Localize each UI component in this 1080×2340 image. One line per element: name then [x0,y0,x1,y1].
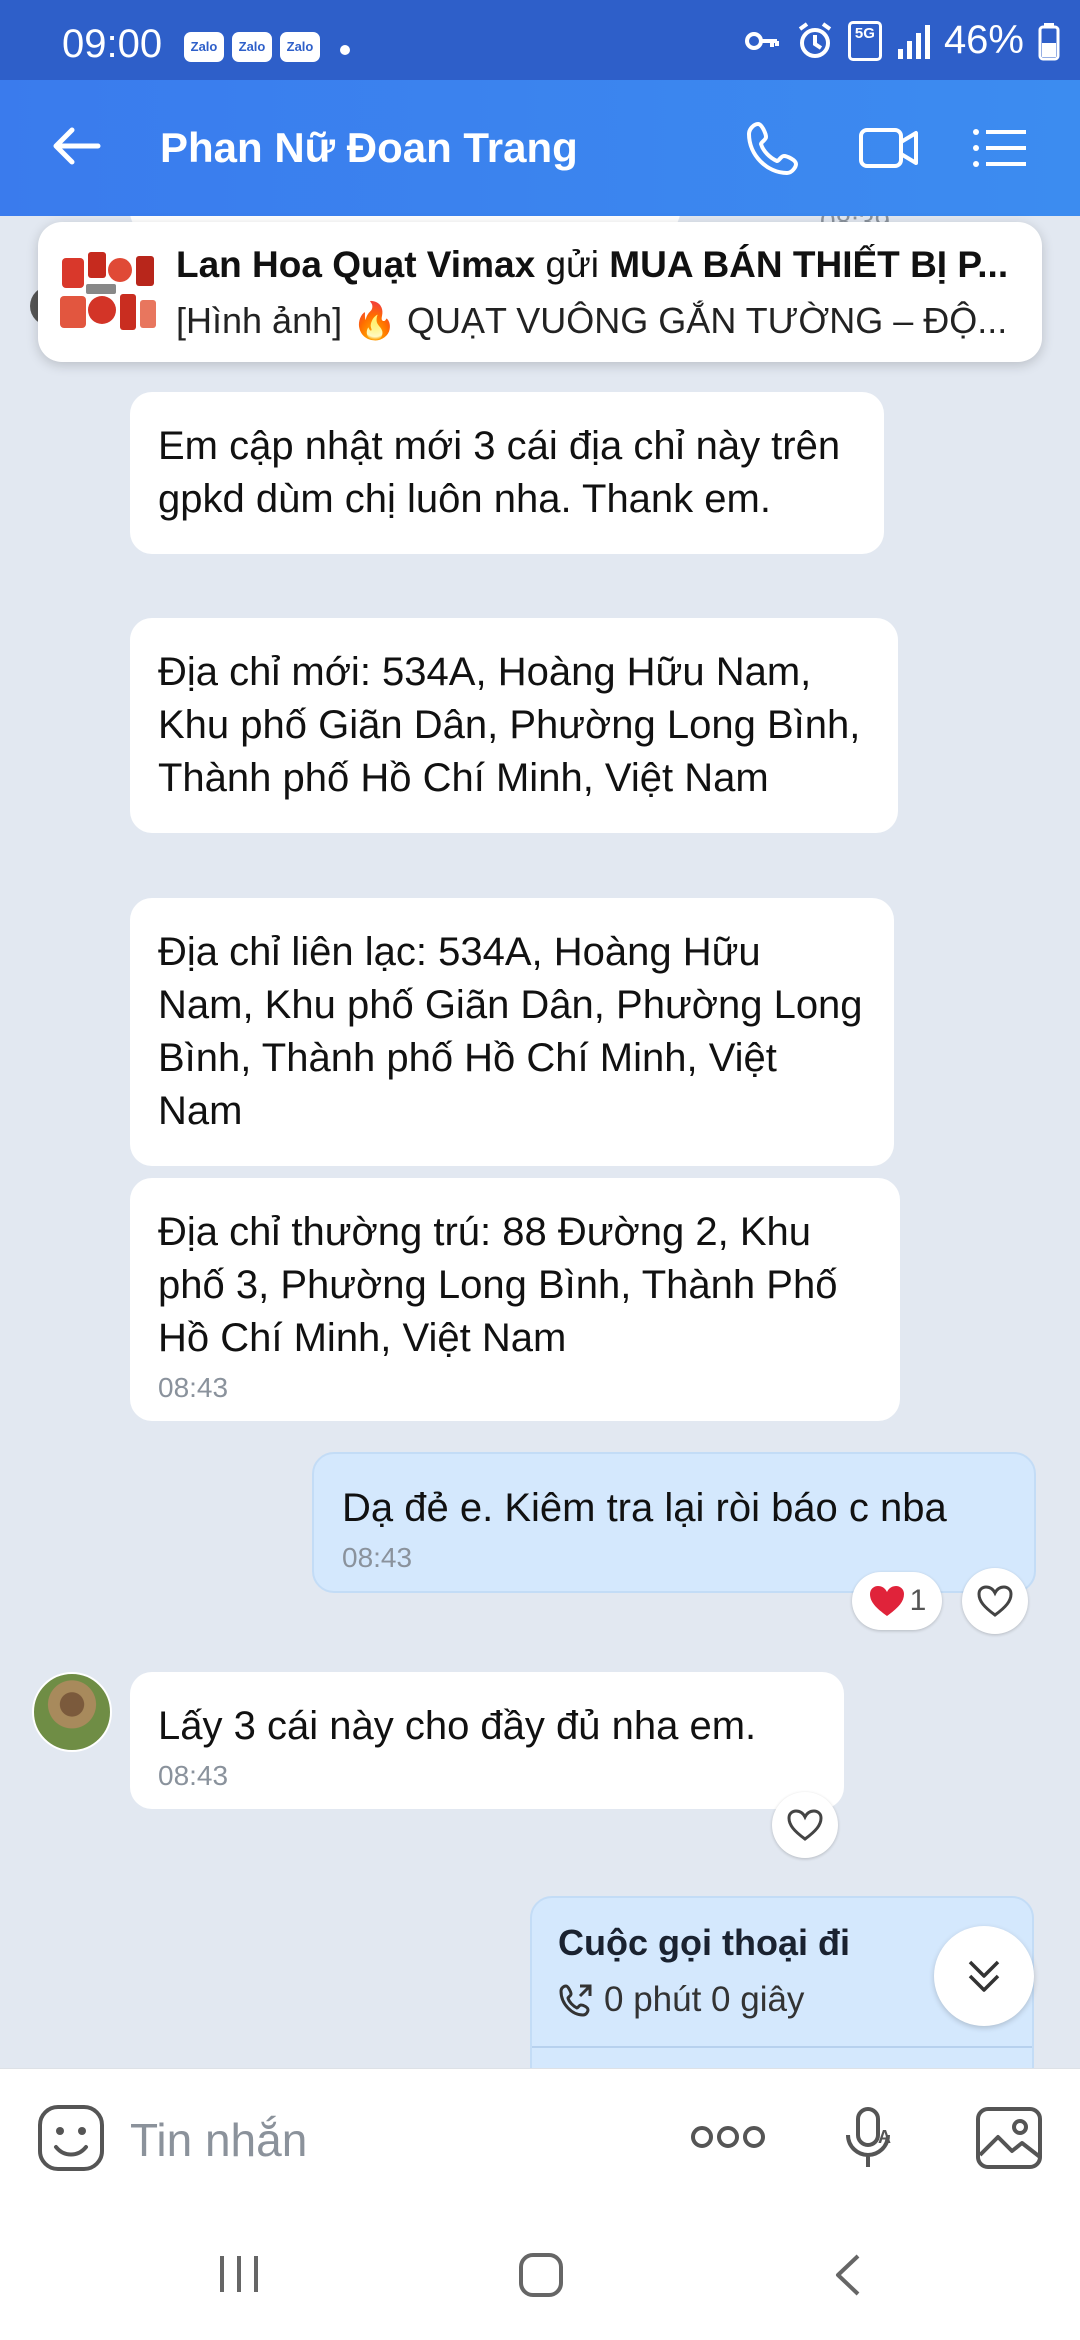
status-time: 09:00 [62,22,163,66]
heart-outline-icon [787,1809,823,1841]
key-icon [744,31,779,50]
chat-options-icon[interactable] [970,120,1028,181]
signal-icon [897,24,930,59]
chat-header: Phan Nữ Đoan Trang [0,80,1080,216]
notification-sender: Lan Hoa Quạt Vimax [176,244,536,285]
status-icons: 5G 46% [742,18,1060,63]
message-text: Địa chỉ thường trú: 88 Đường 2, Khu phố … [158,1210,838,1360]
phone-call-icon[interactable] [744,118,804,183]
scroll-to-bottom-button[interactable] [934,1926,1034,2026]
voice-to-text-icon[interactable]: A [842,2105,898,2176]
incoming-message[interactable]: Địa chỉ mới: 534A, Hoàng Hữu Nam, Khu ph… [130,618,898,833]
message-text: Địa chỉ mới: 534A, Hoàng Hữu Nam, Khu ph… [158,650,861,800]
react-button[interactable] [772,1792,838,1858]
call-card-divider [532,2046,1032,2048]
system-navigation-bar [0,2208,1080,2340]
message-list[interactable]: 08:39 Em cập nhật mới 3 cái địa chỉ này … [0,216,1080,2068]
image-gallery-icon[interactable] [974,2105,1044,2176]
zalo-app-icon: Zalo [280,32,320,62]
more-notifications-dot [340,45,350,55]
heart-outline-icon [977,1585,1013,1617]
notification-group: MUA BÁN THIẾT BỊ P... [609,244,1009,285]
incoming-message[interactable]: Lấy 3 cái này cho đầy đủ nha em. 08:43 [130,1672,844,1809]
network-type: 5G [854,24,875,42]
recent-apps-icon[interactable] [216,2252,262,2301]
heart-reaction-badge[interactable]: 1 [852,1572,942,1630]
react-button[interactable] [962,1568,1028,1634]
message-text: Lấy 3 cái này cho đầy đủ nha em. [158,1704,757,1748]
back-nav-icon[interactable] [830,2252,864,2303]
battery-percent: 46% [943,18,1024,62]
message-text: Dạ đẻ e. Kiêm tra lại ròi báo c nba [342,1486,947,1530]
double-chevron-down-icon [968,1960,1000,1992]
call-duration: 0 phút 0 giây [604,1980,805,2019]
sticker-emoji-icon[interactable] [36,2103,106,2178]
message-time: 08:43 [342,1542,413,1573]
network-5g-icon: 5G [847,20,882,61]
notification-preview: [Hình ảnh] 🔥 QUẠT VUÔNG GẮN TƯỜNG – ĐỘ..… [176,300,1008,341]
outgoing-call-icon [559,1984,592,2017]
notification-badges: Zalo Zalo Zalo [184,32,320,62]
alarm-icon [798,21,832,58]
notification-verb: gửi [545,244,600,285]
incoming-message[interactable]: Em cập nhật mới 3 cái địa chỉ này trên g… [130,392,884,554]
notification-title: Lan Hoa Quạt Vimax gửi MUA BÁN THIẾT BỊ … [176,244,1026,286]
message-time: 08:43 [158,1372,229,1403]
call-duration-row: 0 phút 0 giây [558,1980,804,2020]
zalo-app-icon: Zalo [184,32,224,62]
home-button-icon[interactable] [518,2252,564,2303]
notification-thumbnail [56,248,160,338]
status-bar: 09:00 Zalo Zalo Zalo 5G 46% [0,0,1080,80]
incoming-message[interactable]: Địa chỉ thường trú: 88 Đường 2, Khu phố … [130,1178,900,1421]
svg-text:A: A [878,2127,891,2147]
avatar[interactable] [32,1672,112,1752]
contact-name[interactable]: Phan Nữ Đoan Trang [160,124,578,172]
group-message-notification[interactable]: Lan Hoa Quạt Vimax gửi MUA BÁN THIẾT BỊ … [38,222,1042,362]
incoming-message[interactable]: Địa chỉ liên lạc: 534A, Hoàng Hữu Nam, K… [130,898,894,1166]
zalo-app-icon: Zalo [232,32,272,62]
message-input-bar: Tin nhắn A [0,2068,1080,2208]
message-text: Địa chỉ liên lạc: 534A, Hoàng Hữu Nam, K… [158,930,863,1133]
back-arrow-icon[interactable] [48,118,104,179]
message-input[interactable]: Tin nhắn [130,2113,307,2167]
message-time: 08:43 [158,1760,229,1791]
call-title: Cuộc gọi thoại đi [558,1922,850,1963]
more-options-icon[interactable] [690,2123,766,2156]
reaction-count: 1 [909,1584,927,1617]
red-heart-icon [869,1586,904,1616]
battery-icon [1038,22,1060,60]
outgoing-message[interactable]: Dạ đẻ e. Kiêm tra lại ròi báo c nba 08:4… [312,1452,1036,1593]
message-text: Em cập nhật mới 3 cái địa chỉ này trên g… [158,424,841,521]
video-call-icon[interactable] [858,120,920,181]
